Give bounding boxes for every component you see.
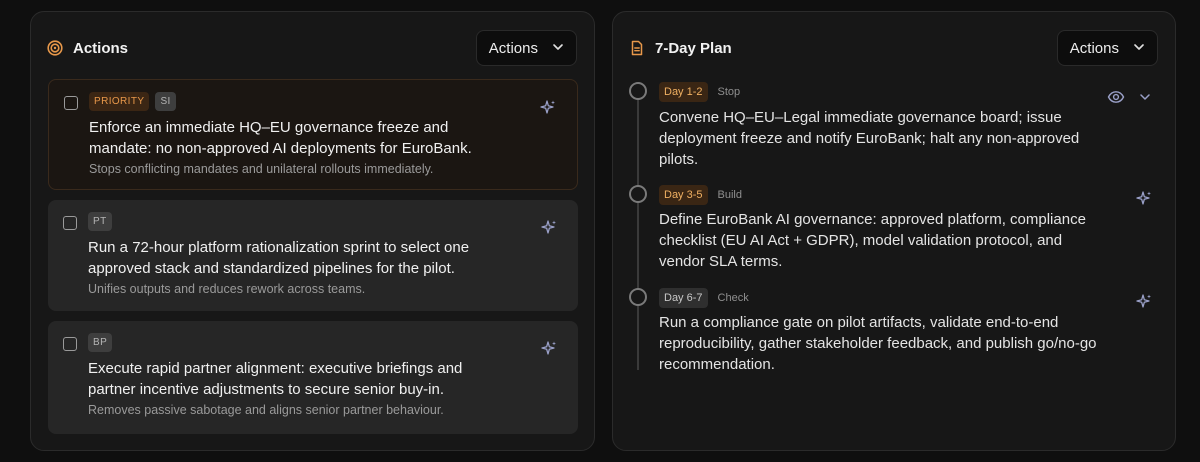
action-badges: PT bbox=[88, 212, 112, 231]
action-title: Execute rapid partner alignment: executi… bbox=[88, 360, 463, 398]
action-description: Stops conflicting mandates and unilatera… bbox=[89, 162, 434, 176]
action-title: Run a 72-hour platform rationalization s… bbox=[88, 239, 470, 277]
action-tag-badge: PT bbox=[88, 212, 112, 231]
chevron-down-icon[interactable] bbox=[1136, 88, 1154, 106]
action-tag-badge: SI bbox=[155, 92, 176, 111]
sparkle-icon[interactable] bbox=[540, 219, 558, 237]
action-badges: PRIORITY SI bbox=[89, 92, 176, 111]
action-description: Unifies outputs and reduces rework acros… bbox=[88, 282, 366, 296]
actions-panel: Actions Actions PRIORITY SI Enforce an i… bbox=[30, 11, 595, 451]
action-checkbox[interactable] bbox=[64, 96, 78, 110]
action-badges: BP bbox=[88, 333, 113, 352]
action-title: Enforce an immediate HQ–EU governance fr… bbox=[89, 119, 472, 157]
target-icon bbox=[47, 40, 63, 56]
timeline-dot bbox=[629, 185, 647, 203]
action-card[interactable]: BP Execute rapid partner alignment: exec… bbox=[48, 321, 578, 434]
action-card[interactable]: PT Run a 72-hour platform rationalizatio… bbox=[48, 200, 578, 311]
timeline-dot bbox=[629, 288, 647, 306]
timeline-dot bbox=[629, 82, 647, 100]
chevron-down-icon bbox=[1133, 40, 1145, 57]
step-text: Convene HQ–EU–Legal immediate governance… bbox=[659, 109, 1080, 168]
step-text: Define EuroBank AI governance: approved … bbox=[659, 211, 1086, 270]
chevron-down-icon bbox=[552, 40, 564, 57]
step-header: Day 6-7 Check bbox=[659, 288, 749, 308]
sparkle-icon[interactable] bbox=[540, 340, 558, 358]
action-checkbox[interactable] bbox=[63, 216, 77, 230]
sparkle-icon[interactable] bbox=[1135, 190, 1153, 208]
plan-actions-dropdown-label: Actions bbox=[1069, 39, 1119, 57]
plan-panel: 7-Day Plan Actions Day 1-2 Stop Convene … bbox=[612, 11, 1176, 451]
day-range-badge: Day 3-5 bbox=[659, 185, 708, 205]
actions-panel-header: Actions Actions bbox=[47, 30, 577, 66]
step-kind: Stop bbox=[717, 86, 741, 98]
actions-dropdown-button[interactable]: Actions bbox=[475, 30, 577, 66]
action-tag-badge: BP bbox=[88, 333, 113, 352]
action-checkbox[interactable] bbox=[63, 337, 77, 351]
plan-panel-title: 7-Day Plan bbox=[655, 39, 732, 57]
actions-dropdown-label: Actions bbox=[488, 39, 538, 57]
action-description: Removes passive sabotage and aligns seni… bbox=[88, 403, 444, 417]
sparkle-icon[interactable] bbox=[1135, 293, 1153, 311]
day-range-badge: Day 1-2 bbox=[659, 82, 708, 102]
plan-panel-header: 7-Day Plan Actions bbox=[629, 30, 1158, 66]
document-icon bbox=[629, 40, 645, 56]
step-kind: Build bbox=[717, 189, 742, 201]
step-text: Run a compliance gate on pilot artifacts… bbox=[659, 314, 1097, 373]
timeline-line bbox=[637, 98, 639, 370]
plan-actions-dropdown-button[interactable]: Actions bbox=[1056, 30, 1158, 66]
day-range-badge: Day 6-7 bbox=[659, 288, 708, 308]
actions-panel-title: Actions bbox=[73, 39, 129, 57]
eye-icon[interactable] bbox=[1107, 88, 1125, 106]
step-kind: Check bbox=[717, 292, 749, 304]
step-header: Day 1-2 Stop bbox=[659, 82, 740, 102]
sparkle-icon[interactable] bbox=[539, 99, 557, 117]
priority-badge: PRIORITY bbox=[89, 92, 150, 111]
action-card[interactable]: PRIORITY SI Enforce an immediate HQ–EU g… bbox=[48, 79, 578, 190]
step-header: Day 3-5 Build bbox=[659, 185, 742, 205]
